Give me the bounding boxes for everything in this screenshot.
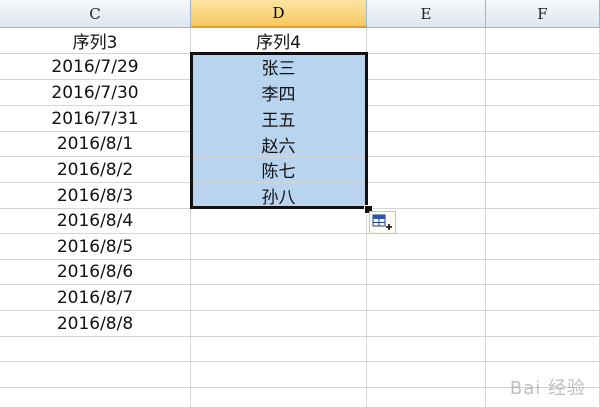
cell-e[interactable] [367,337,486,362]
cell-d[interactable] [191,311,367,337]
cell-d-name[interactable]: 李四 [191,80,367,106]
cell-e[interactable] [367,311,486,337]
cell-f[interactable] [486,234,600,260]
column-header-c[interactable]: C [0,0,191,28]
cell-e[interactable] [367,285,486,311]
baidu-jingyan-watermark: Bai 经验 [509,378,586,399]
cell-e[interactable] [367,260,486,285]
cell-e[interactable] [367,132,486,157]
cell-c-date[interactable]: 2016/7/31 [0,106,191,132]
cell-f[interactable] [486,106,600,132]
spreadsheet: C D E F 序列3 序列4 2016/7/29 张三 2016/7/30 李… [0,0,600,408]
cell-c-date[interactable]: 2016/8/1 [0,132,191,157]
cell-e[interactable] [367,388,486,408]
cell-c[interactable] [0,362,191,388]
cell-c-date[interactable]: 2016/8/4 [0,209,191,234]
cell-c-date[interactable]: 2016/8/5 [0,234,191,260]
paste-options-icon [372,214,392,230]
cell-c-date[interactable]: 2016/8/3 [0,183,191,209]
cell-d[interactable] [191,337,367,362]
cell-e[interactable] [367,157,486,183]
cell-e[interactable] [367,106,486,132]
cell-d-name[interactable]: 陈七 [191,157,367,183]
cell-d-header[interactable]: 序列4 [191,28,367,54]
auto-fill-options-button[interactable] [369,211,396,234]
cell-f[interactable] [486,132,600,157]
cell-d-name[interactable]: 张三 [191,54,367,80]
cell-e[interactable] [367,234,486,260]
cell-f[interactable] [486,183,600,209]
cell-e[interactable] [367,28,486,54]
cell-c[interactable] [0,337,191,362]
cell-f[interactable] [486,311,600,337]
column-header-d[interactable]: D [191,0,367,28]
cell-c-date[interactable]: 2016/8/7 [0,285,191,311]
cell-d[interactable] [191,362,367,388]
cell-e[interactable] [367,362,486,388]
cell-d-name[interactable]: 王五 [191,106,367,132]
cell-d[interactable] [191,234,367,260]
cell-c-header[interactable]: 序列3 [0,28,191,54]
column-header-e[interactable]: E [367,0,486,28]
cell-d-name[interactable]: 孙八 [191,183,367,209]
cell-d-name[interactable]: 赵六 [191,132,367,157]
cell-d[interactable] [191,209,367,234]
cell-f[interactable] [486,157,600,183]
cell-c-date[interactable]: 2016/8/2 [0,157,191,183]
cell-c-date[interactable]: 2016/8/8 [0,311,191,337]
cell-f[interactable] [486,80,600,106]
cell-f[interactable] [486,260,600,285]
cell-f[interactable] [486,337,600,362]
cell-c[interactable] [0,388,191,408]
cell-f[interactable] [486,28,600,54]
column-header-f[interactable]: F [486,0,600,28]
cell-f[interactable] [486,209,600,234]
cell-c-date[interactable]: 2016/8/6 [0,260,191,285]
cell-f[interactable] [486,285,600,311]
cell-d[interactable] [191,260,367,285]
cell-d[interactable] [191,285,367,311]
cell-d[interactable] [191,388,367,408]
cell-e[interactable] [367,183,486,209]
cell-e[interactable] [367,54,486,80]
cell-f[interactable] [486,54,600,80]
cell-e[interactable] [367,80,486,106]
cell-c-date[interactable]: 2016/7/29 [0,54,191,80]
cell-c-date[interactable]: 2016/7/30 [0,80,191,106]
